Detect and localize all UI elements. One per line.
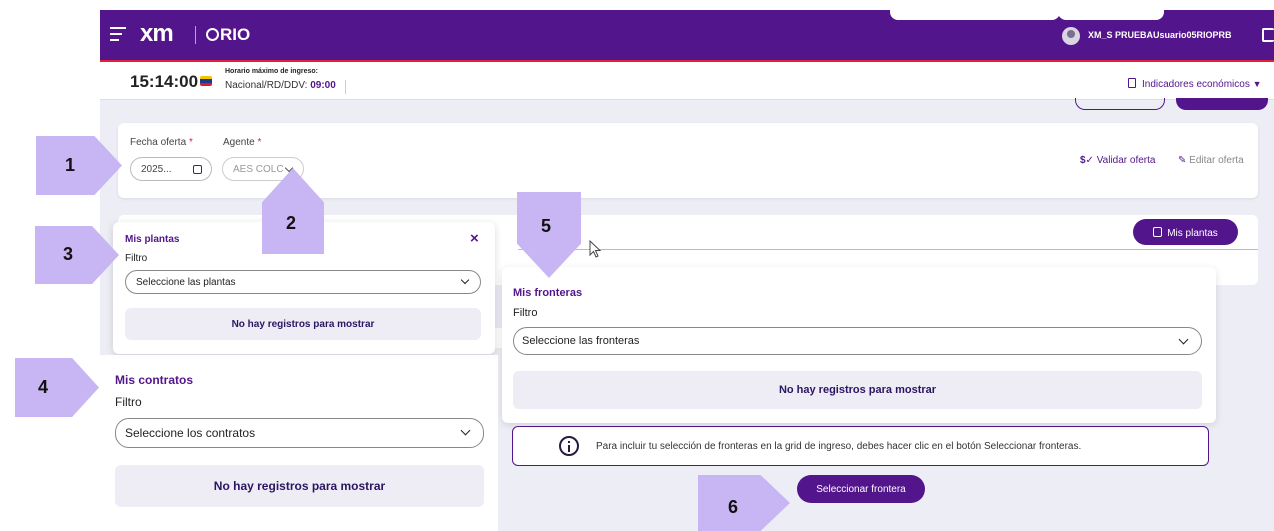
logout-icon[interactable] bbox=[1262, 28, 1274, 42]
mis-plantas-button[interactable]: Mis plantas bbox=[1133, 219, 1238, 245]
colombia-flag-icon bbox=[200, 76, 212, 86]
indicadores-economicos-dropdown[interactable]: Indicadores económicos ▼ bbox=[1128, 78, 1262, 90]
xm-logo: xm bbox=[140, 20, 174, 47]
plantas-select[interactable]: Seleccione las plantas bbox=[125, 270, 481, 294]
chevron-down-icon bbox=[1178, 334, 1189, 345]
plant-icon bbox=[1153, 227, 1163, 237]
chevron-down-icon: ▼ bbox=[1252, 79, 1262, 89]
top-overlay-tab bbox=[890, 10, 1060, 20]
menu-icon[interactable] bbox=[110, 27, 126, 41]
mis-fronteras-panel: Mis fronteras Filtro Seleccione las fron… bbox=[502, 267, 1216, 423]
info-text: Para incluir tu selección de fronteras e… bbox=[596, 441, 1082, 452]
hidden-button[interactable] bbox=[1075, 98, 1165, 110]
divider bbox=[345, 80, 346, 94]
hidden-button[interactable] bbox=[1176, 98, 1268, 110]
info-icon bbox=[559, 436, 579, 456]
logo-divider bbox=[195, 26, 196, 44]
filter-label: Filtro bbox=[513, 307, 538, 319]
info-message: Para incluir tu selección de fronteras e… bbox=[512, 426, 1209, 466]
top-navbar: xm RIO XM_S PRUEBAUsuario05RIOPRB bbox=[100, 10, 1274, 60]
horario-label: Horario máximo de ingreso: bbox=[225, 68, 318, 75]
document-icon bbox=[1128, 78, 1136, 88]
validar-oferta-button[interactable]: $✓ Validar oferta bbox=[1080, 155, 1155, 166]
chevron-down-icon bbox=[460, 425, 471, 436]
user-avatar[interactable] bbox=[1062, 27, 1080, 45]
panel-title: Mis fronteras bbox=[513, 287, 583, 299]
seleccionar-frontera-button[interactable]: Seleccionar frontera bbox=[797, 475, 925, 503]
fecha-oferta-label: Fecha oferta * bbox=[130, 137, 193, 148]
top-overlay-tab bbox=[1058, 10, 1164, 20]
plantas-empty-message: No hay registros para mostrar bbox=[125, 308, 481, 340]
chevron-down-icon bbox=[460, 275, 470, 285]
info-bar: 15:14:00 Horario máximo de ingreso: Naci… bbox=[100, 62, 1274, 100]
fronteras-select[interactable]: Seleccione las fronteras bbox=[513, 327, 1202, 355]
clock: 15:14:00 bbox=[130, 72, 199, 91]
mouse-cursor bbox=[589, 239, 602, 263]
calendar-icon[interactable] bbox=[193, 165, 202, 174]
editar-oferta-button[interactable]: ✎ Editar oferta bbox=[1178, 155, 1244, 166]
panel-title: Mis contratos bbox=[115, 373, 194, 387]
contratos-empty-message: No hay registros para mostrar bbox=[115, 465, 484, 507]
callout-4: 4 bbox=[15, 358, 99, 417]
contratos-select[interactable]: Seleccione los contratos bbox=[115, 418, 484, 448]
filter-label: Filtro bbox=[115, 395, 142, 409]
filter-label: Filtro bbox=[125, 253, 148, 264]
close-icon[interactable]: × bbox=[470, 230, 479, 247]
pencil-icon: ✎ bbox=[1178, 155, 1187, 166]
horario-value: Nacional/RD/DDV: 09:00 bbox=[225, 80, 336, 91]
panel-title: Mis plantas bbox=[125, 234, 180, 245]
mis-contratos-panel: Mis contratos Filtro Seleccione los cont… bbox=[98, 355, 498, 531]
rio-logo: RIO bbox=[206, 25, 250, 45]
fronteras-empty-message: No hay registros para mostrar bbox=[513, 371, 1202, 409]
user-name[interactable]: XM_S PRUEBAUsuario05RIOPRB bbox=[1088, 30, 1232, 40]
rio-logo-mark bbox=[206, 28, 219, 41]
money-check-icon: $✓ bbox=[1080, 155, 1094, 166]
divider bbox=[518, 249, 1258, 250]
agente-label: Agente * bbox=[223, 137, 262, 148]
